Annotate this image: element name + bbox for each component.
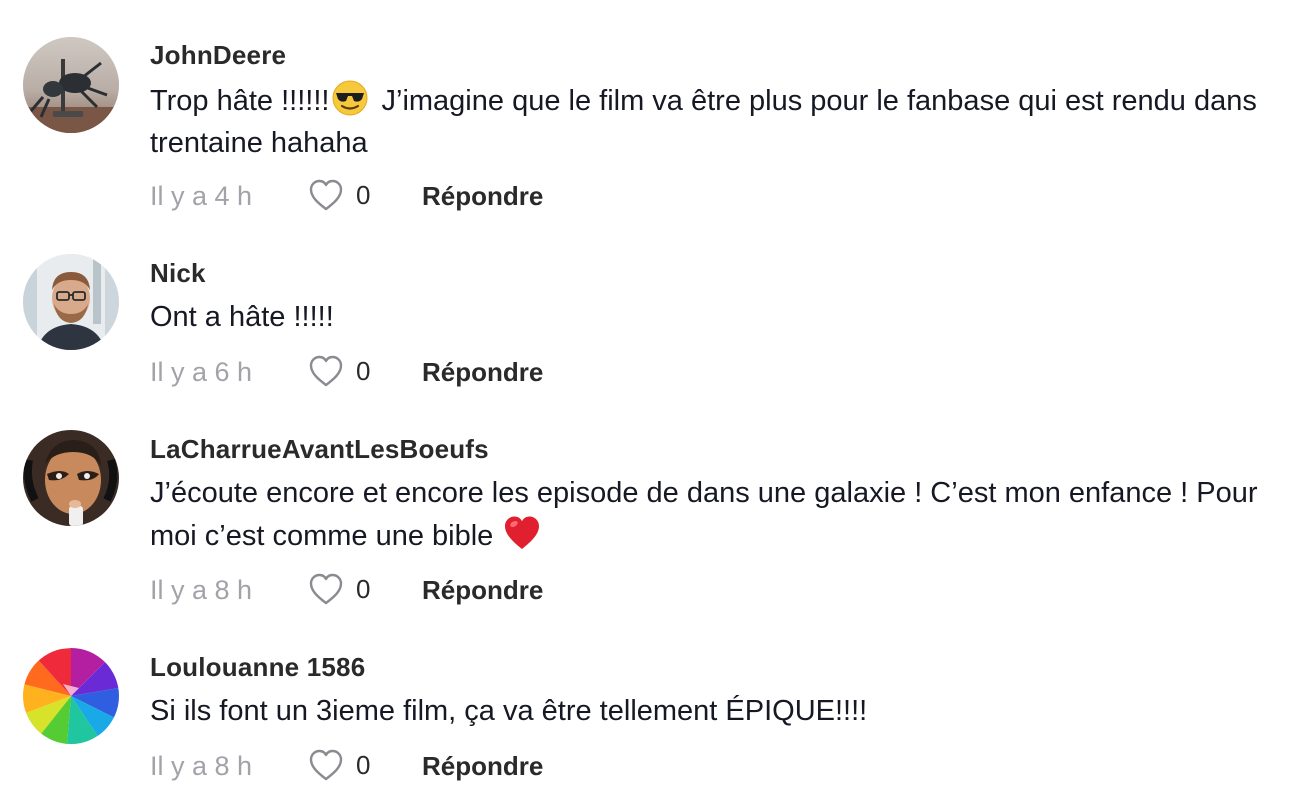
avatar[interactable]	[23, 37, 119, 133]
heart-outline-icon	[309, 355, 343, 387]
avatar[interactable]	[23, 254, 119, 350]
comment-actions: Il y a 8 h 0 Répondre	[150, 746, 750, 786]
comment-actions: Il y a 6 h 0 Répondre	[150, 352, 750, 392]
avatar-image	[23, 37, 119, 133]
comment-username[interactable]: JohnDeere	[150, 40, 286, 71]
comment-text-part: J’écoute encore et encore les episode de…	[150, 477, 1258, 552]
comment-username[interactable]: LaCharrueAvantLesBoeufs	[150, 434, 489, 465]
avatar-image	[23, 648, 119, 744]
comment-timestamp: Il y a 6 h	[150, 357, 253, 387]
comment-timestamp: Il y a 4 h	[150, 181, 253, 211]
like-button[interactable]: 0	[308, 746, 388, 786]
like-count: 0	[356, 574, 371, 604]
avatar-image	[23, 254, 119, 350]
like-button[interactable]: 0	[308, 352, 388, 392]
comment-actions: Il y a 4 h 0 Répondre	[150, 176, 750, 216]
comment-username[interactable]: Loulouanne 1586	[150, 652, 365, 683]
comment-timestamp: Il y a 8 h	[150, 575, 253, 605]
avatar[interactable]	[23, 430, 119, 526]
like-button[interactable]: 0	[308, 176, 388, 216]
reply-button[interactable]: Répondre	[422, 570, 543, 610]
reply-button[interactable]: Répondre	[422, 176, 543, 216]
heart-outline-icon	[309, 179, 343, 211]
heart-outline-icon	[309, 573, 343, 605]
smiling-face-with-sunglasses-icon	[332, 80, 368, 116]
heart-outline-icon	[309, 749, 343, 781]
like-count: 0	[356, 750, 371, 780]
reply-button[interactable]: Répondre	[422, 746, 543, 786]
comment-text: Ont a hâte !!!!!	[150, 301, 334, 333]
comment-username[interactable]: Nick	[150, 258, 206, 289]
like-button[interactable]: 0	[308, 570, 388, 610]
like-count: 0	[356, 180, 371, 210]
comment-text: Si ils font un 3ieme film, ça va être te…	[150, 695, 868, 727]
comment-text: J’écoute encore et encore les episode de…	[150, 472, 1270, 557]
comment-text: Trop hâte !!!!!! J’imagine que le film v…	[150, 79, 1270, 164]
comment-actions: Il y a 8 h 0 Répondre	[150, 570, 750, 610]
reply-button[interactable]: Répondre	[422, 352, 543, 392]
avatar[interactable]	[23, 648, 119, 744]
like-count: 0	[356, 356, 371, 386]
red-heart-icon	[505, 516, 540, 549]
avatar-image	[23, 430, 119, 526]
comment-text-part: Trop hâte !!!!!!	[150, 85, 330, 117]
comment-timestamp: Il y a 8 h	[150, 751, 253, 781]
